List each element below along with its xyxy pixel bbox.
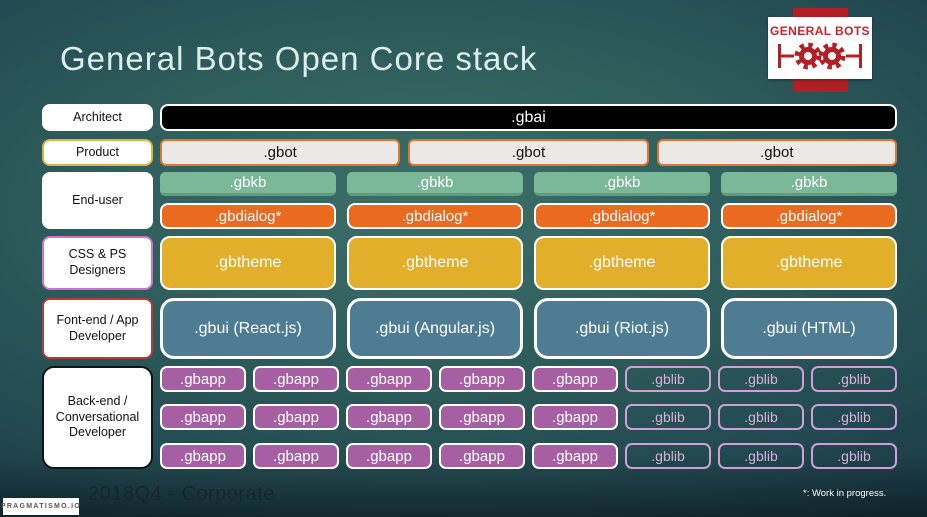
gblib-box: .gblib	[625, 404, 711, 430]
gblib-box: .gblib	[625, 366, 711, 392]
gbot-box: .gbot	[160, 139, 401, 166]
row-gbot: .gbot .gbot .gbot	[160, 139, 897, 166]
general-bots-logo: GENERAL BOTS	[768, 17, 872, 79]
gbtheme-box: .gbtheme	[721, 236, 897, 290]
gbui-html-box: .gbui (HTML)	[721, 298, 897, 359]
gear-icon	[778, 42, 862, 70]
pragmatismo-logo: PRAGMATISMO.IO	[1, 498, 80, 515]
gbkb-box: .gbkb	[160, 172, 336, 196]
gbot-box: .gbot	[408, 139, 649, 166]
slide: General Bots Open Core stack GENERAL BOT…	[0, 0, 927, 517]
gblib-box: .gblib	[811, 443, 897, 469]
row-label-text: Back-end / Conversational Developer	[55, 394, 140, 440]
page-title: General Bots Open Core stack	[60, 40, 538, 77]
gbapp-box: .gbapp	[346, 443, 432, 469]
gblib-box: .gblib	[625, 443, 711, 469]
gblib-box: .gblib	[811, 366, 897, 392]
gblib-box: .gblib	[718, 443, 804, 469]
logo-brand-text: GENERAL BOTS	[770, 24, 870, 38]
gbui-angular-box: .gbui (Angular.js)	[347, 298, 523, 359]
gblib-box: .gblib	[718, 366, 804, 392]
gbapp-box: .gbapp	[253, 443, 339, 469]
gbkb-box: .gbkb	[347, 172, 523, 196]
gbapp-box: .gbapp	[160, 404, 246, 430]
gbapp-box: .gbapp	[532, 366, 618, 392]
row-label-text: Font-end / App Developer	[56, 312, 139, 343]
gbapp-box: .gbapp	[253, 366, 339, 392]
work-in-progress-note: *: Work in progress.	[803, 488, 887, 499]
gbkb-box: .gbkb	[721, 172, 897, 196]
row-label-text: Product	[75, 144, 120, 159]
row-label-text: Architect	[73, 109, 122, 124]
row-backend-1: .gbapp .gbapp .gbapp .gbapp .gbapp .gbli…	[160, 366, 897, 392]
row-gbdialog: .gbdialog* .gbdialog* .gbdialog* .gbdial…	[160, 203, 897, 229]
gblib-box: .gblib	[811, 404, 897, 430]
gbdialog-box: .gbdialog*	[534, 203, 710, 229]
gbapp-box: .gbapp	[253, 404, 339, 430]
gbdialog-box: .gbdialog*	[721, 203, 897, 229]
row-label-end-user: End-user	[42, 172, 153, 229]
gbdialog-box: .gbdialog*	[347, 203, 523, 229]
gbtheme-box: .gbtheme	[534, 236, 710, 290]
row-label-architect: Architect	[42, 104, 153, 131]
row-label-product: Product	[42, 139, 153, 166]
row-label-text: CSS & PS Designers	[68, 247, 127, 277]
gbapp-box: .gbapp	[532, 443, 618, 469]
gbapp-box: .gbapp	[160, 443, 246, 469]
row-label-backend-conversational-developer: Back-end / Conversational Developer	[42, 366, 153, 469]
row-gbai: .gbai	[160, 104, 897, 131]
gbui-react-box: .gbui (React.js)	[160, 298, 336, 359]
gbtheme-box: .gbtheme	[347, 236, 523, 290]
row-label-frontend-app-developer: Font-end / App Developer	[42, 298, 153, 359]
gbapp-box: .gbapp	[439, 443, 525, 469]
row-backend-2: .gbapp .gbapp .gbapp .gbapp .gbapp .gbli…	[160, 404, 897, 430]
row-backend-3: .gbapp .gbapp .gbapp .gbapp .gbapp .gbli…	[160, 443, 897, 469]
gbapp-box: .gbapp	[439, 404, 525, 430]
row-gbkb: .gbkb .gbkb .gbkb .gbkb	[160, 172, 897, 196]
gbtheme-box: .gbtheme	[160, 236, 336, 290]
gbkb-box: .gbkb	[534, 172, 710, 196]
gblib-box: .gblib	[718, 404, 804, 430]
row-label-css-ps-designers: CSS & PS Designers	[42, 236, 153, 290]
gbapp-box: .gbapp	[160, 366, 246, 392]
gbapp-box: .gbapp	[532, 404, 618, 430]
gbui-riot-box: .gbui (Riot.js)	[534, 298, 710, 359]
row-gbtheme: .gbtheme .gbtheme .gbtheme .gbtheme	[160, 236, 897, 290]
gbot-box: .gbot	[656, 139, 897, 166]
row-label-text: End-user	[72, 192, 123, 207]
footer-text: 2018Q4 - Corporate	[88, 483, 275, 505]
gbapp-box: .gbapp	[346, 404, 432, 430]
gbdialog-box: .gbdialog*	[160, 203, 336, 229]
gbai-box: .gbai	[160, 104, 897, 131]
gbapp-box: .gbapp	[346, 366, 432, 392]
row-gbui: .gbui (React.js) .gbui (Angular.js) .gbu…	[160, 298, 897, 359]
gbapp-box: .gbapp	[439, 366, 525, 392]
